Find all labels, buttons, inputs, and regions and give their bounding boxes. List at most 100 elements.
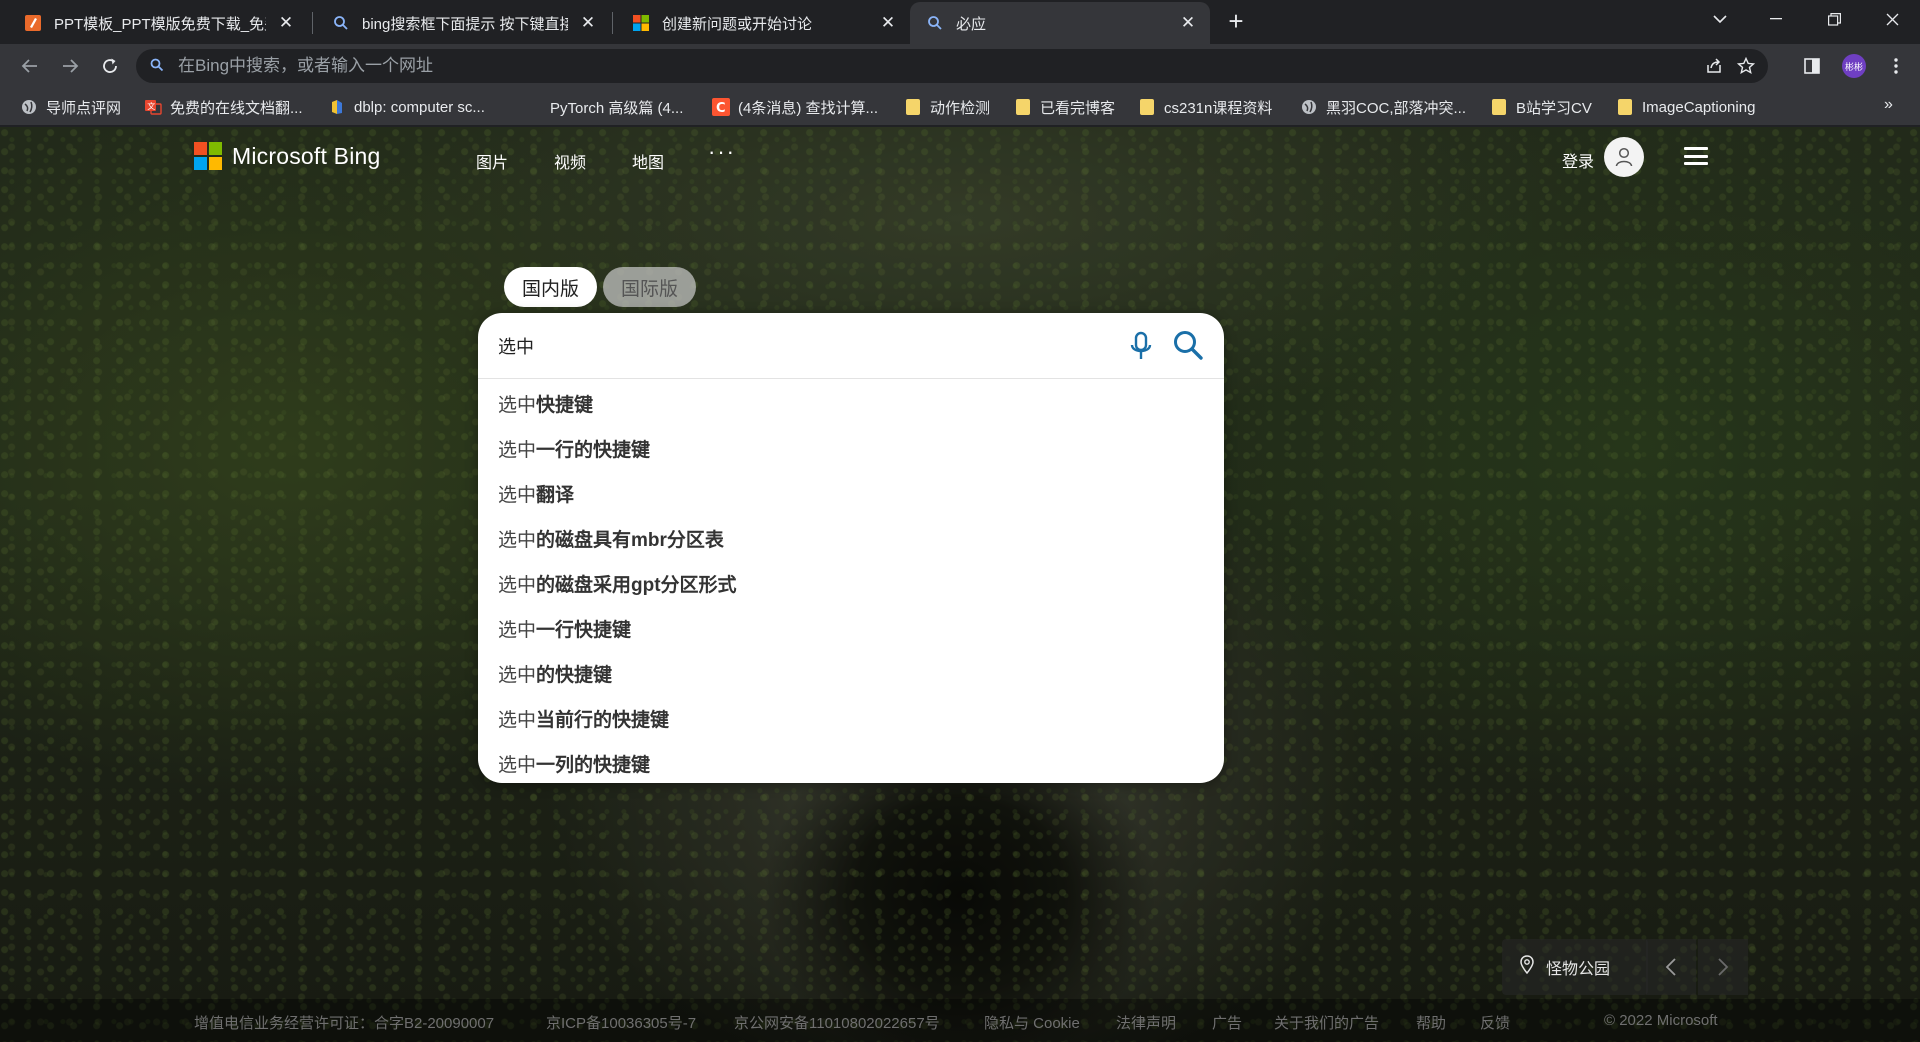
more-nav-button[interactable]: ··· <box>708 139 736 165</box>
bookmark-item[interactable]: 动作检测 <box>904 96 990 118</box>
minimize-button[interactable] <box>1748 0 1804 38</box>
bookmark-label: B站学习CV <box>1516 99 1592 117</box>
bookmark-label: cs231n课程资料 <box>1164 99 1273 117</box>
folder-icon <box>1014 98 1032 116</box>
globe-icon <box>1300 98 1318 116</box>
kebab-menu-icon[interactable] <box>1884 54 1908 78</box>
suggestion-item[interactable]: 选中 翻译 <box>478 471 1224 516</box>
bookmark-item[interactable]: C (4条消息) 查找计算... <box>712 96 878 118</box>
bing-homepage: Microsoft Bing 图片 视频 地图 ··· 登录 国内版 国际版 选… <box>0 127 1920 1042</box>
chevron-left-icon <box>1665 958 1676 976</box>
bing-header: Microsoft Bing 图片 视频 地图 ··· 登录 <box>0 127 1920 187</box>
bookmarks-overflow-button[interactable]: » <box>1884 96 1893 114</box>
close-tab-icon[interactable]: ✕ <box>1178 13 1198 33</box>
search-box: 选中快捷键 选中一行的快捷键 选中翻译 选中的磁盘具有mbr分区表 选中的磁盘采… <box>478 313 1224 783</box>
bookmark-item[interactable]: ImageCaptioning <box>1616 96 1755 118</box>
close-tab-icon[interactable]: ✕ <box>276 13 296 33</box>
user-avatar[interactable] <box>1604 137 1644 177</box>
tab-bing-hint[interactable]: bing搜索框下面提示 按下键直接 ✕ <box>316 2 610 44</box>
forward-button[interactable] <box>56 52 84 80</box>
nav-maps[interactable]: 地图 <box>632 149 664 173</box>
suggestion-item[interactable]: 选中 一列的快捷键 <box>478 741 1224 783</box>
suggestion-item[interactable]: 选中 快捷键 <box>478 381 1224 426</box>
bookmark-item[interactable]: 导师点评网 <box>20 96 121 118</box>
suggestion-completion: 一列的快捷键 <box>536 755 651 776</box>
bookmark-item[interactable]: 已看完博客 <box>1014 96 1115 118</box>
footer-ads[interactable]: 广告 <box>1212 1012 1242 1033</box>
close-tab-icon[interactable]: ✕ <box>578 13 598 33</box>
close-window-button[interactable] <box>1864 0 1920 38</box>
bookmark-item[interactable]: cs231n课程资料 <box>1138 96 1272 118</box>
search-favicon <box>926 14 944 32</box>
bookmark-item[interactable]: PyTorch 高级篇 (4... <box>524 96 683 118</box>
nav-videos[interactable]: 视频 <box>554 149 586 173</box>
previous-image-button[interactable] <box>1646 939 1696 995</box>
page-footer: 增值电信业务经营许可证：合字B2-20090007 京ICP备10036305号… <box>0 999 1920 1042</box>
browser-toolbar: 彬彬 <box>0 44 1920 88</box>
tab-international[interactable]: 国际版 <box>603 267 697 307</box>
address-input[interactable] <box>178 49 1698 83</box>
suggestion-item[interactable]: 选中 的磁盘具有mbr分区表 <box>478 516 1224 561</box>
bookmark-item[interactable]: B站学习CV <box>1490 96 1592 118</box>
tab-title: 创建新问题或开始讨论 <box>662 15 813 33</box>
next-image-button[interactable] <box>1698 939 1748 995</box>
suggestion-completion: 一行的快捷键 <box>536 440 651 461</box>
search-icon[interactable] <box>1172 329 1204 361</box>
suggestion-prefix: 选中 <box>498 665 537 686</box>
suggestion-item[interactable]: 选中 的磁盘采用gpt分区形式 <box>478 561 1224 606</box>
svg-text:C: C <box>716 101 726 116</box>
back-button[interactable] <box>16 52 44 80</box>
hamburger-menu-icon[interactable] <box>1684 147 1708 165</box>
folder-icon <box>1490 98 1508 116</box>
bookmark-label: 动作检测 <box>930 99 991 117</box>
nav-images[interactable]: 图片 <box>476 149 508 173</box>
tab-github-discussion[interactable]: 创建新问题或开始讨论 ✕ <box>616 2 910 44</box>
bing-logo[interactable]: Microsoft Bing <box>194 142 381 170</box>
address-bar[interactable] <box>136 49 1768 83</box>
search-input[interactable] <box>498 327 1118 365</box>
footer-copyright: © 2022 Microsoft <box>1604 1012 1718 1029</box>
footer-about-ads[interactable]: 关于我们的广告 <box>1274 1012 1379 1033</box>
csdn-icon: C <box>712 98 730 116</box>
tab-search-button[interactable] <box>1692 0 1748 38</box>
bookmark-item[interactable]: dblp: computer sc... <box>328 96 485 118</box>
footer-police-record[interactable]: 京公网安备11010802022657号 <box>734 1012 940 1033</box>
tab-strip: PPT模板_PPT模版免费下载_免费 ✕ bing搜索框下面提示 按下键直接 ✕… <box>0 0 1920 44</box>
footer-icp[interactable]: 京ICP备10036305号-7 <box>546 1012 696 1033</box>
suggestion-item[interactable]: 选中 一行快捷键 <box>478 606 1224 651</box>
tab-domestic[interactable]: 国内版 <box>504 267 598 307</box>
footer-feedback[interactable]: 反馈 <box>1480 1012 1510 1033</box>
tab-bing-active[interactable]: 必应 ✕ <box>910 2 1210 44</box>
footer-legal[interactable]: 法律声明 <box>1116 1012 1176 1033</box>
footer-license[interactable]: 增值电信业务经营许可证：合字B2-20090007 <box>194 1012 494 1033</box>
login-link[interactable]: 登录 <box>1562 148 1594 172</box>
footer-help[interactable]: 帮助 <box>1416 1012 1446 1033</box>
bookmark-label: (4条消息) 查找计算... <box>738 99 879 117</box>
suggestion-prefix: 选中 <box>498 620 537 641</box>
footer-privacy[interactable]: 隐私与 Cookie <box>984 1012 1080 1033</box>
bookmark-item[interactable]: 黑羽COC,部落冲突... <box>1300 96 1466 118</box>
suggestion-completion: 的快捷键 <box>536 665 613 686</box>
bookmark-label: 已看完博客 <box>1040 99 1116 117</box>
search-bar <box>478 313 1224 379</box>
close-tab-icon[interactable]: ✕ <box>878 13 898 33</box>
suggestion-completion: 的磁盘采用gpt分区形式 <box>536 575 737 596</box>
search-favicon <box>332 14 350 32</box>
side-panel-icon[interactable] <box>1800 54 1824 78</box>
tab-divider <box>312 12 313 34</box>
microphone-icon[interactable] <box>1128 331 1154 361</box>
reload-button[interactable] <box>96 52 124 80</box>
restore-button[interactable] <box>1806 0 1862 38</box>
bookmark-star-icon[interactable] <box>1734 54 1758 78</box>
suggestion-item[interactable]: 选中 当前行的快捷键 <box>478 696 1224 741</box>
new-tab-button[interactable]: + <box>1222 8 1250 36</box>
tab-ppt[interactable]: PPT模板_PPT模版免费下载_免费 ✕ <box>8 2 308 44</box>
suggestion-prefix: 选中 <box>498 530 537 551</box>
suggestion-item[interactable]: 选中 一行的快捷键 <box>478 426 1224 471</box>
bookmark-item[interactable]: 文 免费的在线文档翻... <box>144 96 303 118</box>
profile-avatar[interactable]: 彬彬 <box>1842 54 1866 78</box>
share-icon[interactable] <box>1702 54 1726 78</box>
image-location-button[interactable]: 怪物公园 <box>1502 939 1648 995</box>
suggestion-item[interactable]: 选中 的快捷键 <box>478 651 1224 696</box>
folder-icon <box>1616 98 1634 116</box>
